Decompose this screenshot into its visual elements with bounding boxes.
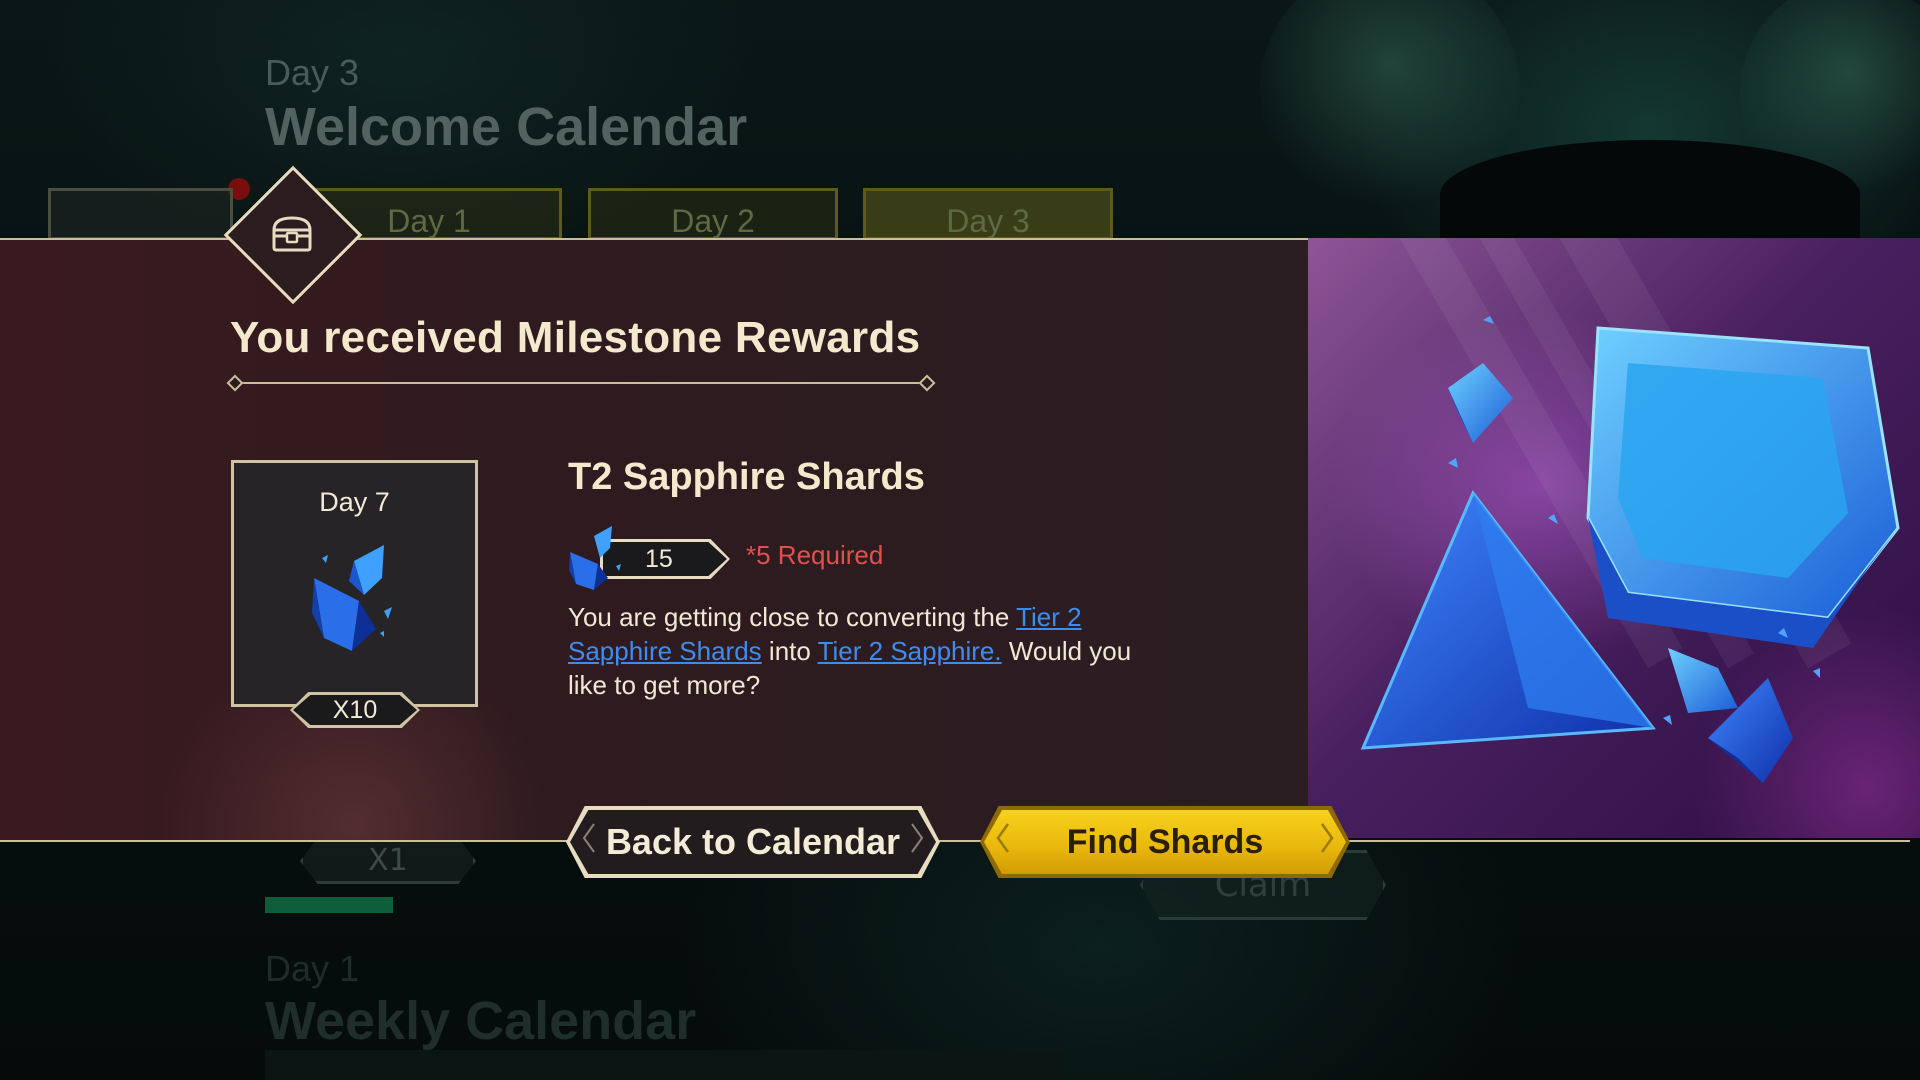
background-bottom-bar bbox=[265, 1050, 1065, 1080]
required-count-text: *5 Required bbox=[746, 540, 884, 570]
chevron-left-icon bbox=[582, 823, 595, 853]
reward-quantity-badge: X10 bbox=[290, 692, 420, 728]
item-name: T2 Sapphire Shards bbox=[568, 456, 925, 498]
sapphire-shard-small-icon bbox=[569, 526, 621, 590]
background-day-label: Day 3 bbox=[265, 52, 360, 93]
item-description: You are getting close to converting the … bbox=[568, 600, 1168, 702]
background-next-calendar-title: Weekly Calendar bbox=[265, 991, 697, 1051]
find-shards-label: Find Shards bbox=[984, 810, 1346, 874]
chest-icon bbox=[272, 216, 312, 252]
back-to-calendar-label: Back to Calendar bbox=[570, 810, 936, 874]
top-hat-decoration bbox=[1440, 140, 1860, 250]
modal-top-border bbox=[0, 238, 1308, 240]
description-text: into bbox=[761, 636, 818, 666]
back-to-calendar-button[interactable]: Back to Calendar bbox=[566, 806, 940, 878]
reward-card: Day 7 bbox=[231, 460, 478, 707]
reward-day-label: Day 7 bbox=[319, 487, 390, 517]
modal-title: You received Milestone Rewards bbox=[230, 313, 921, 362]
modal-bottom-border bbox=[0, 840, 1910, 842]
background-tab-day3: Day 3 bbox=[863, 188, 1113, 240]
background-tab-day2: Day 2 bbox=[588, 188, 838, 240]
background-progress-bar bbox=[265, 897, 393, 913]
tier2-sapphire-link[interactable]: Tier 2 Sapphire. bbox=[818, 636, 1002, 666]
title-divider bbox=[235, 382, 925, 384]
find-shards-button[interactable]: Find Shards bbox=[980, 806, 1350, 878]
description-text: You are getting close to converting the bbox=[568, 602, 1017, 632]
sapphire-art-icon bbox=[1360, 316, 1900, 783]
background-tab-icon bbox=[48, 188, 233, 240]
chevron-left-icon bbox=[996, 823, 1010, 853]
chevron-right-icon bbox=[1320, 823, 1334, 853]
reward-art-panel bbox=[1308, 238, 1920, 838]
background-next-day-label: Day 1 bbox=[265, 948, 360, 989]
reward-quantity-label: X10 bbox=[293, 695, 417, 725]
background-calendar-title: Welcome Calendar bbox=[265, 97, 748, 157]
chevron-right-icon bbox=[911, 823, 924, 853]
sapphire-shard-icon bbox=[312, 545, 392, 651]
background-quantity-pill: X1 bbox=[300, 838, 476, 884]
